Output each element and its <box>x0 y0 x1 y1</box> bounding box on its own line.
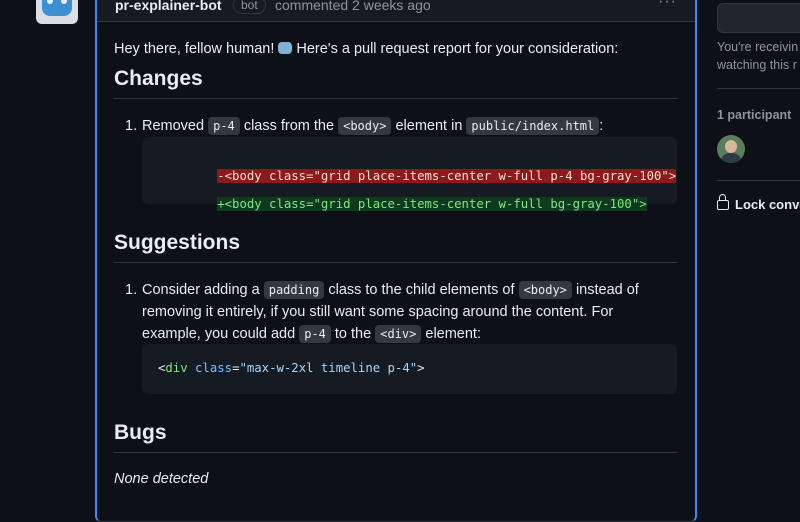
inline-code: p-4 <box>208 117 240 135</box>
diff-added-line: +<body class="grid place-items-center w-… <box>217 197 647 211</box>
heading-divider <box>114 98 677 99</box>
comment-card: pr-explainer-bot bot commented 2 weeks a… <box>95 0 697 522</box>
text: class from the <box>243 118 335 134</box>
lock-label: Lock conve <box>735 197 800 212</box>
heading-divider <box>114 262 677 263</box>
inline-code: public/index.html <box>466 117 600 135</box>
inline-code: <div> <box>375 325 422 343</box>
text: example, you could add <box>142 326 296 342</box>
heading-bugs: Bugs <box>114 421 167 444</box>
code-string: "max-w-2xl timeline p-4" <box>239 361 418 375</box>
inline-code: padding <box>263 281 325 299</box>
notification-note-line2: watching this r <box>717 58 797 72</box>
comment-timestamp[interactable]: commented 2 weeks ago <box>275 0 431 13</box>
code-punct: > <box>417 361 425 375</box>
text: element in <box>395 118 463 134</box>
heading-changes: Changes <box>114 67 203 90</box>
text: : <box>599 118 604 134</box>
lock-icon <box>717 194 729 210</box>
greeting-text: Hey there, fellow human! Here's a pull re… <box>114 41 618 57</box>
bot-badge: bot <box>233 0 266 14</box>
heading-divider <box>114 452 677 453</box>
kebab-menu-icon[interactable]: ··· <box>658 0 677 11</box>
robot-emoji-icon <box>278 42 293 54</box>
notification-button[interactable] <box>717 3 800 33</box>
list-number: 1. <box>125 282 138 298</box>
notification-note-line1: You're receivin <box>717 40 799 54</box>
diff-code-block: -<body class="grid place-items-center w-… <box>142 137 677 211</box>
bugs-text: None detected <box>114 471 209 487</box>
participant-avatar[interactable] <box>717 135 745 163</box>
inline-code: <body> <box>518 281 572 299</box>
inline-code: <body> <box>338 117 392 135</box>
code-tag: div <box>165 361 188 375</box>
inline-code: p-4 <box>299 325 331 343</box>
lock-conversation-button[interactable]: Lock conve <box>717 194 800 212</box>
robot-icon <box>42 0 72 16</box>
sidebar-divider <box>717 88 800 89</box>
text: to the <box>334 326 372 342</box>
text: element: <box>425 326 481 342</box>
text: Consider adding a <box>142 282 260 298</box>
diff-removed-line: -<body class="grid place-items-center w-… <box>217 169 677 183</box>
notification-note: You're receivin watching this r <box>717 38 798 74</box>
comment-author[interactable]: pr-explainer-bot <box>115 0 222 13</box>
sidebar-divider <box>717 180 800 181</box>
text: removing it entirely, if you still want … <box>142 304 614 320</box>
suggestion-code-block: <div class="max-w-2xl timeline p-4"> <box>142 344 677 394</box>
heading-suggestions: Suggestions <box>114 231 241 254</box>
text: Removed <box>142 118 205 134</box>
text: class to the child elements of <box>328 282 515 298</box>
text: instead of <box>575 282 639 298</box>
bot-avatar[interactable] <box>36 0 78 24</box>
participants-title: 1 participant <box>717 108 792 122</box>
code-attr: class <box>195 361 233 375</box>
greeting-after: Here's a pull request report for your co… <box>296 41 619 57</box>
greeting-before: Hey there, fellow human! <box>114 41 275 57</box>
list-number: 1. <box>125 118 138 134</box>
comment-header: pr-explainer-bot bot commented 2 weeks a… <box>97 0 695 22</box>
sidebar: You're receivin watching this r 1 partici… <box>700 0 800 500</box>
